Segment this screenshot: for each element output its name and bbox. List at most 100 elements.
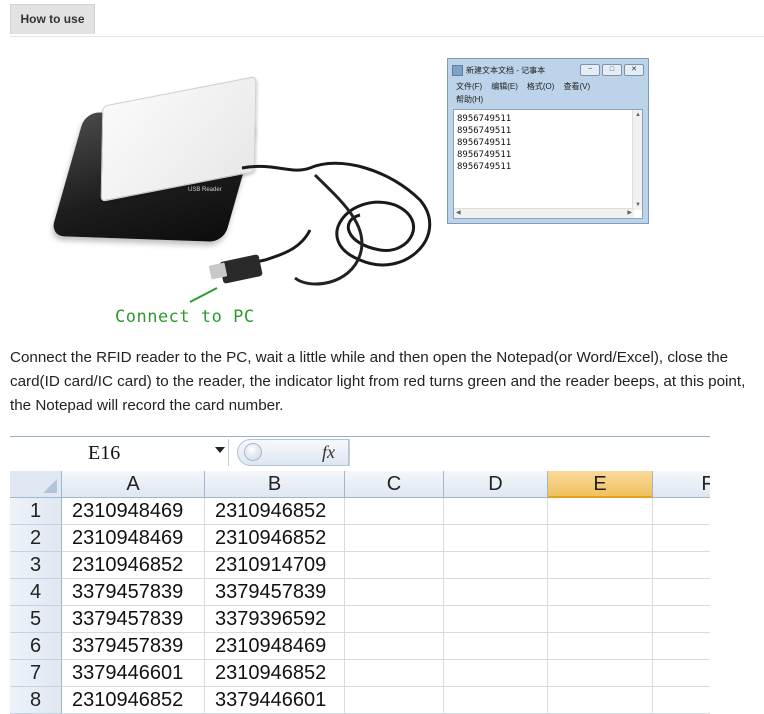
notepad-app-icon <box>452 64 463 76</box>
row-header: 4 <box>10 579 62 606</box>
card-number-line: 8956749511 <box>457 126 512 136</box>
cell-b: 2310946852 <box>205 525 345 552</box>
cell-e <box>548 687 653 714</box>
cell-d <box>444 633 548 660</box>
row-header: 7 <box>10 660 62 687</box>
table-row: 7 3379446601 2310946852 <box>10 660 710 687</box>
menu-file: 文件(F) <box>456 82 483 91</box>
scroll-down-icon: ▼ <box>635 202 641 208</box>
scroll-left-icon: ◀ <box>456 210 461 216</box>
column-header-b: B <box>205 471 345 498</box>
cell-c <box>345 687 444 714</box>
cell-e <box>548 498 653 525</box>
column-header-c: C <box>345 471 444 498</box>
horizontal-scrollbar: ◀ ▶ <box>454 208 634 218</box>
cell-a: 2310948469 <box>62 525 205 552</box>
table-row: 1 2310948469 2310946852 <box>10 498 710 525</box>
cell-e <box>548 552 653 579</box>
cell-b: 3379457839 <box>205 579 345 606</box>
row-header: 2 <box>10 525 62 552</box>
row-header: 6 <box>10 633 62 660</box>
scroll-up-icon: ▲ <box>635 112 641 118</box>
cell-f <box>653 498 710 525</box>
window-controls: − □ ✕ <box>580 64 644 76</box>
table-row: 4 3379457839 3379457839 <box>10 579 710 606</box>
minimize-icon: − <box>580 64 600 76</box>
card-number-line: 8956749511 <box>457 150 512 160</box>
cell-a: 2310948469 <box>62 498 205 525</box>
connect-to-pc-label: Connect to PC <box>115 307 255 327</box>
cell-b: 2310946852 <box>205 498 345 525</box>
table-row: 2 2310948469 2310946852 <box>10 525 710 552</box>
connect-pointer-line <box>189 287 218 303</box>
cell-f <box>653 552 710 579</box>
menu-format: 格式(O) <box>526 82 555 91</box>
row-header: 3 <box>10 552 62 579</box>
column-header-row: A B C D E F <box>10 471 710 498</box>
column-header-e: E <box>548 471 653 498</box>
notepad-title: 新建文本文档 - 记事本 <box>466 65 546 75</box>
column-header-a: A <box>62 471 205 498</box>
cell-f <box>653 606 710 633</box>
column-header-f: F <box>653 471 710 498</box>
cell-b: 2310948469 <box>205 633 345 660</box>
cell-c <box>345 525 444 552</box>
row-header: 8 <box>10 687 62 714</box>
cell-d <box>444 579 548 606</box>
cell-f <box>653 579 710 606</box>
fx-icon: fx <box>322 442 335 462</box>
tab-how-to-use[interactable]: How to use <box>10 4 95 34</box>
cell-a: 2310946852 <box>62 552 205 579</box>
cell-d <box>444 525 548 552</box>
cell-c <box>345 633 444 660</box>
cell-c <box>345 498 444 525</box>
cell-f <box>653 525 710 552</box>
card-number-line: 8956749511 <box>457 114 512 124</box>
cell-b: 2310946852 <box>205 660 345 687</box>
cell-c <box>345 579 444 606</box>
formula-bar: E16 fx <box>10 436 710 470</box>
instructions-text: Connect the RFID reader to the PC, wait … <box>10 349 746 414</box>
cell-d <box>444 660 548 687</box>
notepad-title-bar: 新建文本文档 - 记事本 <box>452 63 545 77</box>
cell-a: 2310946852 <box>62 687 205 714</box>
formula-input <box>349 439 710 466</box>
cell-e <box>548 633 653 660</box>
function-area: fx <box>237 439 349 466</box>
cell-d <box>444 687 548 714</box>
card-number-list: 8956749511 8956749511 8956749511 8956749… <box>457 113 511 173</box>
select-all-corner <box>10 471 62 498</box>
cell-a: 3379457839 <box>62 633 205 660</box>
maximize-icon: □ <box>602 64 622 76</box>
cell-f <box>653 687 710 714</box>
menu-help: 帮助(H) <box>456 95 484 104</box>
cell-d <box>444 498 548 525</box>
cell-a: 3379446601 <box>62 660 205 687</box>
cell-f <box>653 660 710 687</box>
cell-c <box>345 606 444 633</box>
excel-screenshot: E16 fx A B C D E F 1 2310948469 23109468… <box>10 436 710 714</box>
close-icon: ✕ <box>624 64 644 76</box>
cell-a: 3379457839 <box>62 606 205 633</box>
notepad-window: 新建文本文档 - 记事本 − □ ✕ 文件(F) 编辑(E) 格式(O) 查看(V) … <box>447 58 649 224</box>
cell-d <box>444 552 548 579</box>
row-header: 5 <box>10 606 62 633</box>
menu-view: 查看(V) <box>563 82 591 91</box>
cell-f <box>653 633 710 660</box>
table-row: 3 2310946852 2310914709 <box>10 552 710 579</box>
table-row: 8 2310946852 3379446601 <box>10 687 710 714</box>
tab-bar: How to use <box>10 0 764 37</box>
formula-cancel-icon <box>244 443 262 461</box>
cell-b: 3379446601 <box>205 687 345 714</box>
card-number-line: 8956749511 <box>457 162 512 172</box>
cell-e <box>548 660 653 687</box>
cell-e <box>548 525 653 552</box>
vertical-scrollbar: ▲ ▼ <box>632 110 642 210</box>
cell-e <box>548 606 653 633</box>
notepad-text-area: 8956749511 8956749511 8956749511 8956749… <box>453 109 643 219</box>
row-header: 1 <box>10 498 62 525</box>
name-box: E16 <box>10 439 229 466</box>
menu-edit: 编辑(E) <box>491 82 518 91</box>
table-row: 5 3379457839 3379396592 <box>10 606 710 633</box>
cell-a: 3379457839 <box>62 579 205 606</box>
